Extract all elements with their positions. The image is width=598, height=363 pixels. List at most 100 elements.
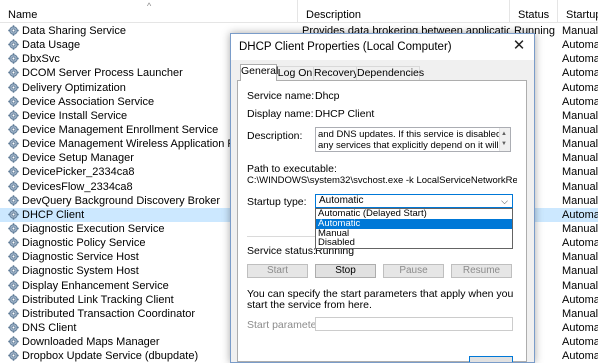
service-name: DCOM Server Process Launcher bbox=[22, 67, 183, 80]
service-name: DevicePicker_2334ca8 bbox=[22, 166, 135, 179]
service-name: Display Enhancement Service bbox=[22, 279, 169, 292]
service-gear-icon bbox=[8, 166, 19, 178]
dialog-title: DHCP Client Properties (Local Computer) bbox=[239, 41, 452, 53]
service-startup-cell: Manual ( bbox=[562, 279, 598, 292]
chevron-down-icon[interactable]: ⌵ bbox=[501, 195, 508, 207]
service-startup-cell: Automatic bbox=[562, 293, 598, 306]
startup-type-selected-value: Automatic bbox=[319, 195, 364, 206]
tab-log-on[interactable]: Log On bbox=[276, 66, 314, 80]
service-gear-icon bbox=[8, 95, 19, 107]
service-startup-cell: Automatic bbox=[562, 95, 598, 108]
description-scrollbar[interactable]: ▲ ▼ bbox=[499, 128, 510, 151]
service-gear-icon bbox=[8, 39, 19, 50]
service-name: Device Install Service bbox=[22, 109, 128, 122]
service-startup-cell: Automatic bbox=[562, 39, 598, 52]
service-name: DevicesFlow_2334ca8 bbox=[22, 180, 133, 193]
description-label: Description: bbox=[247, 130, 303, 142]
close-icon[interactable]: ✕ bbox=[510, 37, 528, 55]
service-gear-icon bbox=[8, 279, 19, 291]
display-name-value: DHCP Client bbox=[315, 108, 375, 120]
service-gear-icon bbox=[8, 322, 19, 333]
service-name: Diagnostic System Host bbox=[22, 265, 139, 278]
service-gear-icon bbox=[8, 180, 19, 192]
service-status-label: Service status: bbox=[247, 245, 316, 257]
service-name: Device Management Enrollment Service bbox=[22, 123, 219, 136]
service-startup-cell: Manual ( bbox=[562, 25, 598, 37]
service-startup-cell: Automatic bbox=[562, 81, 598, 94]
column-header-description[interactable]: Description bbox=[298, 0, 510, 22]
tab-general[interactable]: General bbox=[240, 64, 278, 81]
service-startup-cell: Manual bbox=[562, 166, 598, 179]
column-header-startup-type[interactable]: Startup Ty bbox=[558, 0, 598, 22]
service-gear-icon bbox=[8, 308, 19, 319]
service-startup-cell: Automatic bbox=[562, 67, 598, 80]
service-gear-icon bbox=[8, 138, 19, 149]
sort-ascending-icon: ^ bbox=[147, 1, 152, 11]
service-startup-cell: Automatic bbox=[562, 208, 598, 221]
startup-option[interactable]: Disabled bbox=[316, 238, 512, 248]
service-startup-cell: Automatic bbox=[562, 53, 598, 66]
service-startup-cell: Automatic bbox=[562, 336, 598, 349]
stop-button[interactable]: Stop bbox=[315, 264, 376, 278]
service-startup-cell: Manual ( bbox=[562, 138, 598, 151]
service-gear-icon bbox=[8, 53, 19, 65]
service-startup-cell: Manual bbox=[562, 307, 598, 320]
service-gear-icon bbox=[8, 293, 19, 305]
path-value: C:\WINDOWS\system32\svchost.exe -k Local… bbox=[247, 175, 517, 186]
service-name: Device Setup Manager bbox=[22, 152, 134, 165]
service-gear-icon bbox=[8, 25, 19, 36]
service-gear-icon bbox=[8, 67, 19, 79]
startup-type-dropdown-list: Automatic (Delayed Start) Automatic Manual… bbox=[315, 208, 513, 249]
service-startup-cell: Manual ( bbox=[562, 222, 598, 235]
service-name: Distributed Transaction Coordinator bbox=[22, 307, 196, 320]
service-name: Diagnostic Service Host bbox=[22, 251, 139, 264]
service-name: Distributed Link Tracking Client bbox=[22, 293, 174, 306]
service-name: Dropbox Update Service (dbupdate) bbox=[22, 350, 199, 363]
tab-recovery[interactable]: Recovery bbox=[313, 66, 358, 80]
description-text: and DNS updates. If this service is disa… bbox=[318, 129, 504, 151]
service-startup-cell: Manual ( bbox=[562, 194, 598, 207]
service-name-value: Dhcp bbox=[315, 90, 340, 102]
service-gear-icon bbox=[8, 251, 19, 262]
service-name: DevQuery Background Discovery Broker bbox=[22, 194, 221, 207]
service-startup-cell: Automatic bbox=[562, 321, 598, 334]
start-parameters-hint: You can specify the start parameters tha… bbox=[247, 288, 514, 311]
service-gear-icon bbox=[8, 194, 19, 206]
service-name: Diagnostic Policy Service bbox=[22, 237, 146, 250]
service-startup-cell: Automatic bbox=[562, 237, 598, 250]
tab-dependencies[interactable]: Dependencies bbox=[356, 66, 424, 80]
service-name: DNS Client bbox=[22, 321, 77, 334]
service-name: Delivery Optimization bbox=[22, 81, 126, 94]
start-parameters-input[interactable] bbox=[315, 317, 513, 331]
description-textbox[interactable]: and DNS updates. If this service is disa… bbox=[315, 127, 511, 152]
display-name-label: Display name: bbox=[247, 108, 314, 120]
service-gear-icon bbox=[8, 124, 19, 135]
ok-button[interactable] bbox=[469, 356, 513, 362]
service-gear-icon bbox=[8, 81, 19, 93]
startup-type-label: Startup type: bbox=[247, 196, 307, 208]
service-gear-icon bbox=[8, 110, 19, 121]
service-startup-cell: Manual bbox=[562, 123, 598, 136]
service-gear-icon bbox=[8, 152, 19, 163]
dialog-titlebar[interactable]: DHCP Client Properties (Local Computer) … bbox=[231, 34, 534, 60]
service-name: Data Sharing Service bbox=[22, 25, 126, 37]
scroll-down-icon[interactable]: ▼ bbox=[501, 139, 507, 150]
service-name: DHCP Client bbox=[22, 208, 85, 221]
service-properties-dialog: DHCP Client Properties (Local Computer) … bbox=[230, 33, 535, 363]
pause-button[interactable]: Pause bbox=[383, 264, 444, 278]
startup-type-select[interactable]: Automatic ⌵ bbox=[315, 194, 513, 208]
service-gear-icon bbox=[8, 209, 19, 220]
column-header-status[interactable]: Status bbox=[510, 0, 558, 22]
services-list-header: Name ^ Description Status Startup Ty bbox=[0, 0, 598, 23]
service-startup-cell: Manual bbox=[562, 180, 598, 193]
service-gear-icon bbox=[8, 223, 19, 234]
service-name: Downloaded Maps Manager bbox=[22, 336, 160, 349]
service-gear-icon bbox=[8, 265, 19, 277]
start-button[interactable]: Start bbox=[247, 264, 308, 278]
path-label: Path to executable: bbox=[247, 163, 337, 175]
service-name-label: Service name: bbox=[247, 90, 315, 102]
service-startup-cell: Manual bbox=[562, 251, 598, 264]
service-gear-icon bbox=[8, 237, 19, 248]
resume-button[interactable]: Resume bbox=[451, 264, 512, 278]
service-name: Data Usage bbox=[22, 39, 81, 52]
